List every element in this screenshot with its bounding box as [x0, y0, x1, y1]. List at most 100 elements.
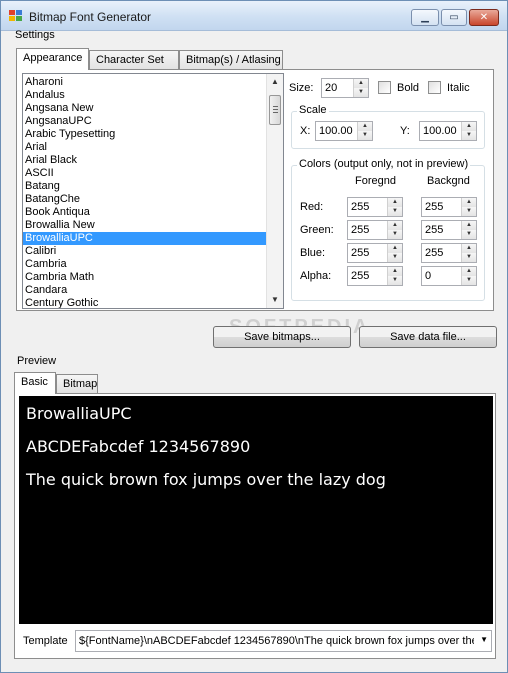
bold-checkbox[interactable] — [378, 81, 391, 94]
template-combobox[interactable]: ${FontName}\nABCDEFabcdef 1234567890\nTh… — [75, 630, 492, 652]
spin-up-icon[interactable]: ▲ — [462, 221, 476, 230]
blue-foregnd-spinner[interactable]: 255 ▲ ▼ — [347, 243, 403, 263]
spin-down-icon[interactable]: ▼ — [388, 207, 402, 216]
preview-line-fontname: BrowalliaUPC — [26, 404, 132, 423]
italic-checkbox[interactable] — [428, 81, 441, 94]
spin-up-icon[interactable]: ▲ — [462, 267, 476, 276]
preview-line-sample: ABCDEFabcdef 1234567890 — [26, 437, 251, 456]
red-foregnd-spinner[interactable]: 255 ▲ ▼ — [347, 197, 403, 217]
blue-backgnd-spinner[interactable]: 255 ▲ ▼ — [421, 243, 477, 263]
scale-y-value: 100.00 — [423, 125, 457, 137]
list-item[interactable]: Cambria — [23, 258, 267, 271]
green-foregnd-spinner[interactable]: 255 ▲ ▼ — [347, 220, 403, 240]
scroll-down-arrow-icon[interactable]: ▼ — [267, 292, 283, 308]
app-window: Bitmap Font Generator ▁ ▭ ✕ Settings App… — [0, 0, 508, 673]
alpha-foregnd-value: 255 — [351, 270, 370, 282]
spin-down-icon[interactable]: ▼ — [462, 207, 476, 216]
template-label: Template — [23, 635, 68, 647]
tab-bitmaps-atlasing[interactable]: Bitmap(s) / Atlasing — [179, 50, 283, 70]
spin-up-icon[interactable]: ▲ — [462, 198, 476, 207]
preview-canvas: BrowalliaUPC ABCDEFabcdef 1234567890 The… — [19, 396, 493, 624]
green-label: Green: — [300, 224, 334, 236]
red-backgnd-spinner[interactable]: 255 ▲ ▼ — [421, 197, 477, 217]
spin-up-icon[interactable]: ▲ — [358, 122, 372, 131]
spin-up-icon[interactable]: ▲ — [388, 221, 402, 230]
close-button[interactable]: ✕ — [469, 9, 499, 26]
spin-up-icon[interactable]: ▲ — [388, 267, 402, 276]
italic-label: Italic — [447, 82, 470, 94]
list-item[interactable]: Arial Black — [23, 154, 267, 167]
tab-basic[interactable]: Basic — [14, 372, 56, 394]
preview-panel: BrowalliaUPC ABCDEFabcdef 1234567890 The… — [14, 393, 496, 659]
appearance-panel: Aharoni Andalus Angsana New AngsanaUPC A… — [16, 69, 494, 311]
list-item[interactable]: Arabic Typesetting — [23, 128, 267, 141]
app-icon — [9, 10, 23, 22]
spin-up-icon[interactable]: ▲ — [462, 122, 476, 131]
list-item[interactable]: Cambria Math — [23, 271, 267, 284]
green-foregnd-value: 255 — [351, 224, 370, 236]
foregnd-header: Foregnd — [355, 175, 396, 187]
list-item[interactable]: Calibri — [23, 245, 267, 258]
alpha-backgnd-spinner[interactable]: 0 ▲ ▼ — [421, 266, 477, 286]
spin-up-icon[interactable]: ▲ — [354, 79, 368, 88]
size-label: Size: — [289, 82, 314, 94]
list-item[interactable]: Andalus — [23, 89, 267, 102]
list-item[interactable]: ASCII — [23, 167, 267, 180]
tab-appearance[interactable]: Appearance — [16, 48, 89, 70]
list-item-selected[interactable]: BrowalliaUPC — [23, 232, 267, 245]
list-item[interactable]: Aharoni — [23, 76, 267, 89]
spin-down-icon[interactable]: ▼ — [358, 131, 372, 140]
title-bar[interactable]: Bitmap Font Generator ▁ ▭ ✕ — [1, 1, 507, 31]
list-item[interactable]: Candara — [23, 284, 267, 297]
preview-line-pangram: The quick brown fox jumps over the lazy … — [26, 470, 386, 489]
close-icon: ✕ — [479, 12, 489, 23]
spin-down-icon[interactable]: ▼ — [354, 88, 368, 97]
spin-down-icon[interactable]: ▼ — [388, 253, 402, 262]
spin-down-icon[interactable]: ▼ — [388, 276, 402, 285]
maximize-button[interactable]: ▭ — [441, 9, 467, 26]
list-item[interactable]: Arial — [23, 141, 267, 154]
minimize-icon: ▁ — [421, 12, 429, 23]
list-item[interactable]: Browallia New — [23, 219, 267, 232]
list-item[interactable]: Angsana New — [23, 102, 267, 115]
chevron-down-icon[interactable]: ▼ — [480, 635, 488, 644]
list-item[interactable]: AngsanaUPC — [23, 115, 267, 128]
spin-up-icon[interactable]: ▲ — [388, 244, 402, 253]
scroll-up-arrow-icon[interactable]: ▲ — [267, 74, 283, 90]
spin-up-icon[interactable]: ▲ — [462, 244, 476, 253]
list-item[interactable]: Book Antiqua — [23, 206, 267, 219]
scale-x-spinner[interactable]: 100.00 ▲ ▼ — [315, 121, 373, 141]
alpha-foregnd-spinner[interactable]: 255 ▲ ▼ — [347, 266, 403, 286]
window-title: Bitmap Font Generator — [29, 10, 152, 24]
font-list-scrollbar[interactable]: ▲ ▼ — [266, 74, 283, 308]
bold-label: Bold — [397, 82, 420, 94]
template-value: ${FontName}\nABCDEFabcdef 1234567890\nTh… — [79, 635, 474, 647]
save-bitmaps-button[interactable]: Save bitmaps... — [213, 326, 351, 348]
settings-tabstrip: Appearance Character Set Bitmap(s) / Atl… — [16, 48, 496, 70]
spin-down-icon[interactable]: ▼ — [462, 230, 476, 239]
green-backgnd-spinner[interactable]: 255 ▲ ▼ — [421, 220, 477, 240]
size-value: 20 — [325, 82, 338, 94]
scale-x-label: X: — [300, 125, 311, 137]
alpha-label: Alpha: — [300, 270, 332, 282]
scale-y-spinner[interactable]: 100.00 ▲ ▼ — [419, 121, 477, 141]
tab-character-set[interactable]: Character Set — [89, 50, 179, 70]
minimize-button[interactable]: ▁ — [411, 9, 439, 26]
scale-x-value: 100.00 — [319, 125, 353, 137]
spin-down-icon[interactable]: ▼ — [388, 230, 402, 239]
spin-down-icon[interactable]: ▼ — [462, 276, 476, 285]
spin-down-icon[interactable]: ▼ — [462, 253, 476, 262]
scroll-thumb[interactable] — [269, 95, 281, 125]
size-spinner[interactable]: 20 ▲ ▼ — [321, 78, 369, 98]
maximize-icon: ▭ — [449, 12, 459, 23]
spin-down-icon[interactable]: ▼ — [462, 131, 476, 140]
font-listbox[interactable]: Aharoni Andalus Angsana New AngsanaUPC A… — [22, 73, 284, 309]
blue-label: Blue: — [300, 247, 326, 259]
tab-bitmap[interactable]: Bitmap — [56, 374, 98, 394]
save-data-file-button[interactable]: Save data file... — [359, 326, 497, 348]
preview-group-label: Preview — [17, 355, 57, 367]
list-item[interactable]: Century Gothic — [23, 297, 267, 308]
list-item[interactable]: BatangChe — [23, 193, 267, 206]
spin-up-icon[interactable]: ▲ — [388, 198, 402, 207]
list-item[interactable]: Batang — [23, 180, 267, 193]
